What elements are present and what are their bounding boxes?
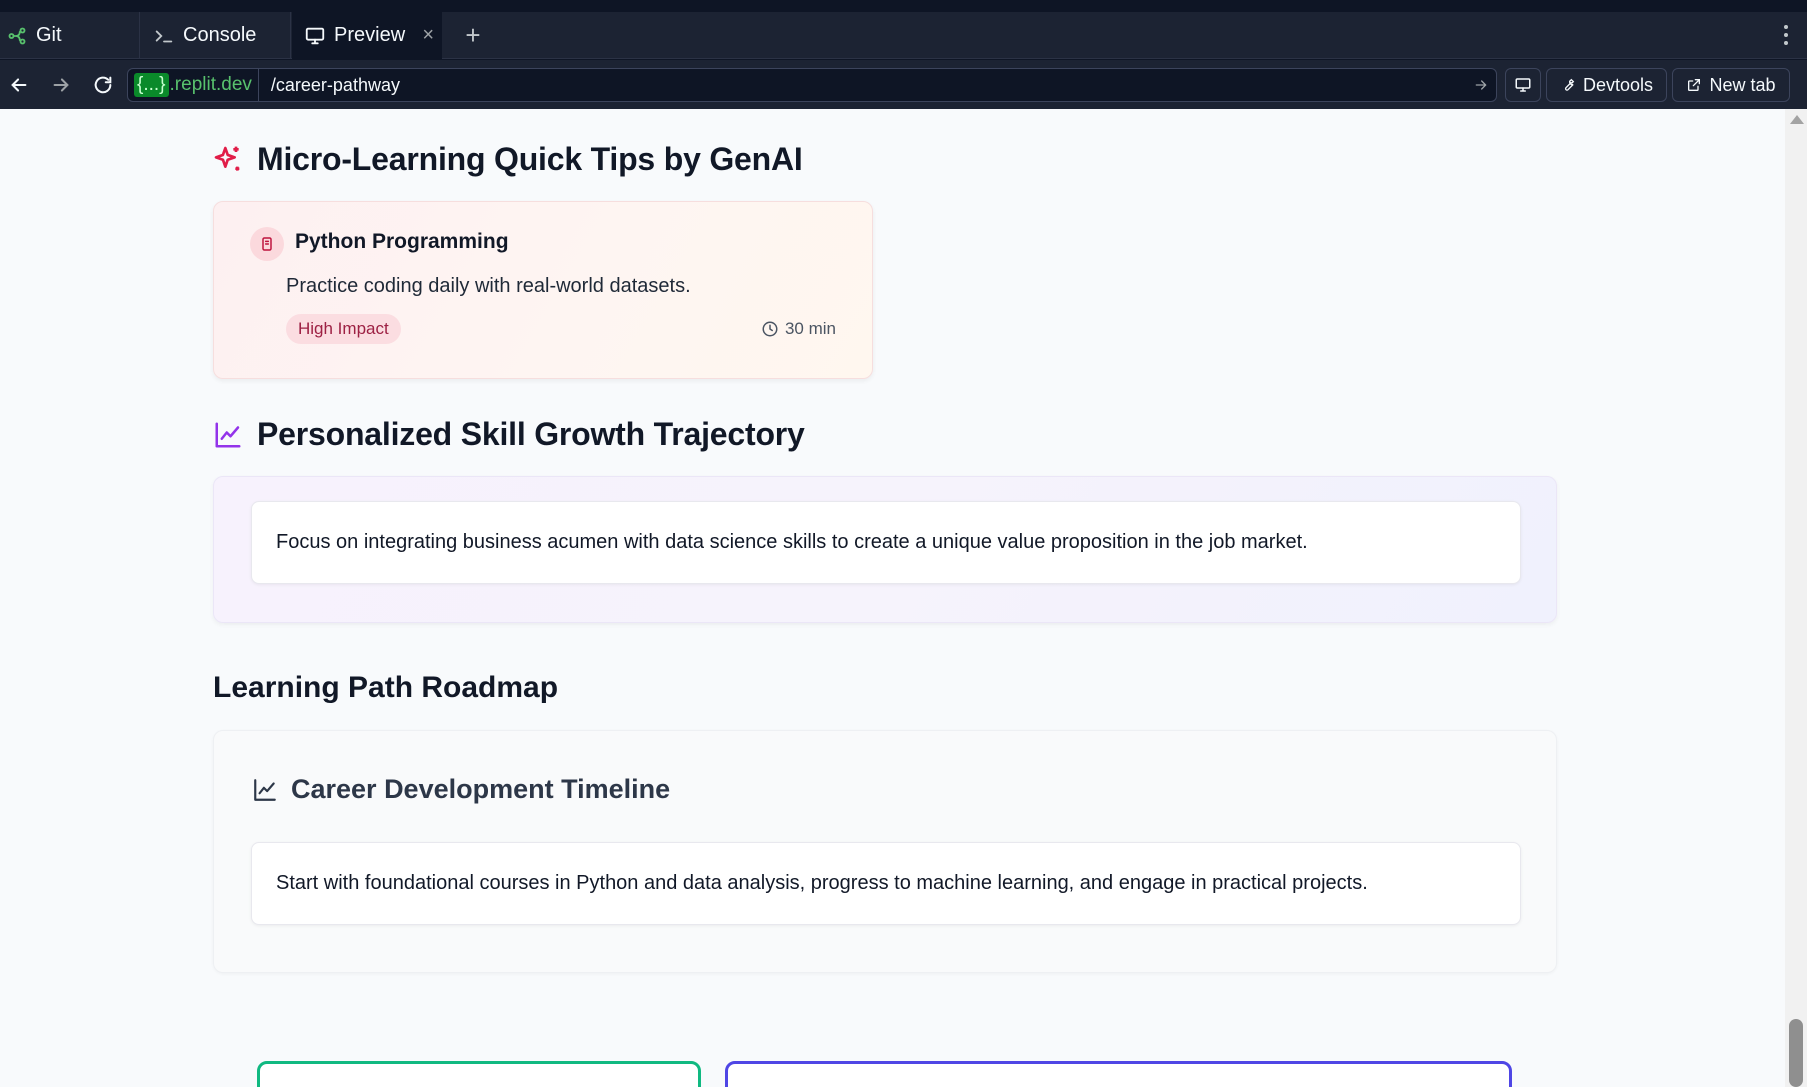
scrollbar-thumb[interactable]	[1789, 1019, 1803, 1087]
new-tab-label: New tab	[1709, 74, 1776, 95]
url-domain-badge: {...}	[134, 73, 169, 97]
wrench-icon	[1564, 78, 1575, 91]
url-domain: {...} .replit.dev	[128, 69, 259, 101]
go-button[interactable]	[1466, 77, 1496, 93]
tab-preview[interactable]: Preview ×	[292, 12, 442, 59]
tip-duration-text: 30 min	[784, 319, 836, 338]
tip-card[interactable]: Python Programming Practice coding daily…	[213, 201, 873, 379]
device-preview-button[interactable]	[1505, 68, 1541, 102]
tip-title: Python Programming	[295, 230, 509, 253]
devtools-label: Devtools	[1582, 74, 1654, 95]
arrow-right-icon	[53, 78, 69, 92]
terminal-icon	[151, 23, 177, 49]
skill-growth-heading: Personalized Skill Growth Trajectory	[211, 416, 805, 453]
timeline-text: Start with foundational courses in Pytho…	[251, 842, 1521, 925]
book-icon	[250, 227, 284, 261]
plus-icon: +	[465, 20, 481, 50]
clock-icon	[762, 321, 778, 337]
timeline-heading: Career Development Timeline	[251, 774, 670, 805]
external-link-icon	[1688, 79, 1701, 91]
reload-button[interactable]	[88, 70, 118, 100]
vertical-scrollbar[interactable]	[1785, 109, 1807, 1087]
tab-preview-label: Preview	[334, 24, 406, 46]
window-top-strip	[0, 0, 1807, 12]
close-icon[interactable]: ×	[422, 25, 434, 45]
arrow-left-icon	[11, 78, 27, 92]
git-branch-icon	[4, 23, 30, 49]
back-button[interactable]	[4, 70, 34, 100]
timeline-title: Career Development Timeline	[291, 774, 671, 804]
address-bar: {...} .replit.dev /career-pathway Devtoo…	[0, 60, 1807, 109]
arrow-right-icon	[1475, 80, 1487, 90]
tip-duration: 30 min	[761, 319, 836, 339]
devtools-button[interactable]: Devtools	[1546, 68, 1667, 102]
tab-git[interactable]: Git	[4, 12, 140, 59]
bottom-card-green[interactable]	[257, 1061, 701, 1087]
scroll-up-arrow-icon[interactable]	[1790, 115, 1804, 124]
url-domain-suffix: .replit.dev	[169, 74, 252, 95]
forward-button[interactable]	[46, 70, 76, 100]
sparkles-icon	[211, 143, 245, 177]
url-field[interactable]: {...} .replit.dev /career-pathway	[127, 68, 1497, 102]
micro-learning-title: Micro-Learning Quick Tips by GenAI	[257, 141, 803, 177]
more-menu-icon[interactable]	[1783, 25, 1789, 45]
bottom-card-blue[interactable]	[725, 1061, 1512, 1087]
monitor-icon	[1515, 78, 1531, 92]
tab-console-label: Console	[183, 24, 257, 46]
skill-growth-card: Focus on integrating business acumen wit…	[213, 476, 1557, 623]
skill-growth-text: Focus on integrating business acumen wit…	[251, 501, 1521, 584]
tab-git-label: Git	[36, 24, 62, 46]
tab-console[interactable]: Console	[141, 12, 291, 59]
preview-viewport[interactable]: Micro-Learning Quick Tips by GenAI Pytho…	[0, 109, 1807, 1087]
roadmap-card: Career Development Timeline Start with f…	[213, 730, 1557, 973]
tip-text: Practice coding daily with real-world da…	[286, 275, 691, 297]
line-chart-icon	[211, 418, 245, 452]
micro-learning-heading: Micro-Learning Quick Tips by GenAI	[211, 141, 803, 178]
url-path[interactable]: /career-pathway	[259, 75, 1466, 96]
line-chart-icon	[251, 776, 279, 804]
new-tab-button[interactable]: New tab	[1672, 68, 1790, 102]
tab-bar: Git Console Preview × +	[0, 12, 1807, 59]
impact-badge: High Impact	[286, 314, 401, 344]
monitor-icon	[302, 23, 328, 49]
roadmap-heading: Learning Path Roadmap	[213, 671, 559, 704]
add-tab-button[interactable]: +	[458, 12, 488, 59]
reload-icon	[94, 76, 112, 94]
skill-growth-title: Personalized Skill Growth Trajectory	[257, 416, 805, 452]
